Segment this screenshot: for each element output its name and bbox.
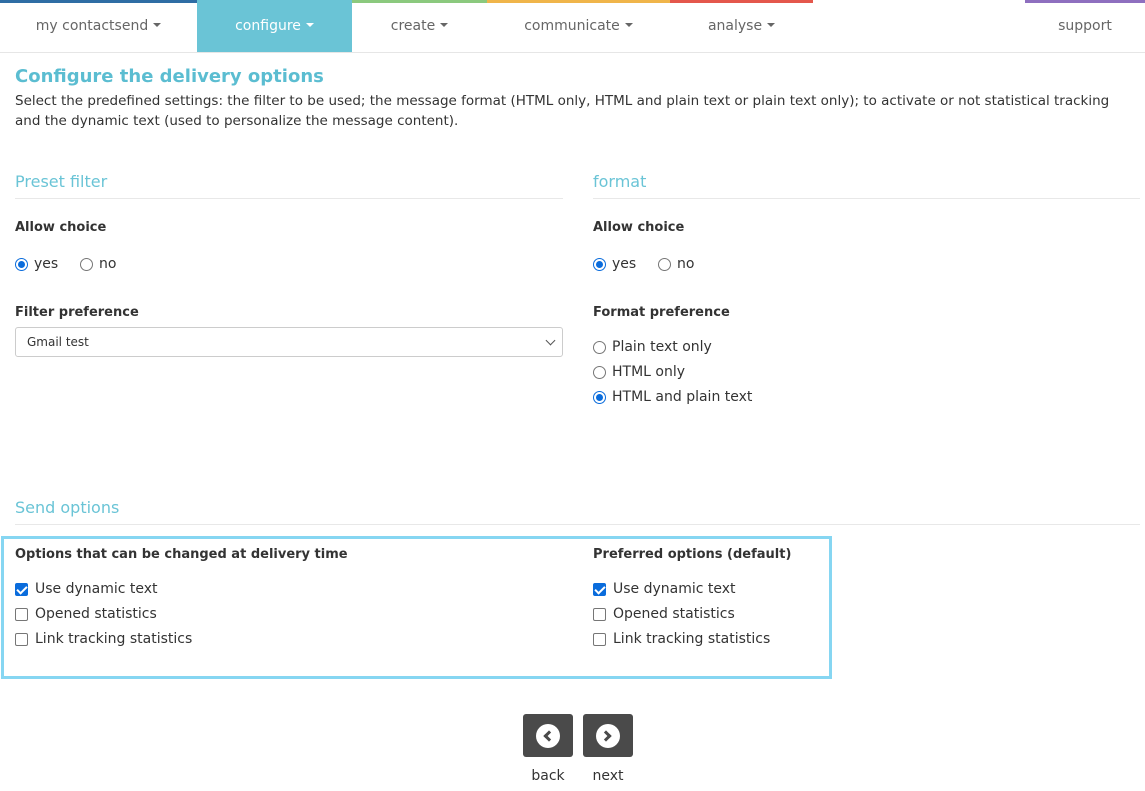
- checkbox-checked-icon: [15, 582, 28, 596]
- changeable-dynamic-text-checkbox[interactable]: Use dynamic text: [15, 581, 158, 597]
- section-divider: [15, 198, 563, 199]
- page-description: Select the predefined settings: the filt…: [15, 93, 1110, 129]
- caret-down-icon: [153, 23, 162, 27]
- checkbox-unchecked-icon: [15, 632, 28, 646]
- radio-unselected-icon: [593, 365, 606, 379]
- page-title: Configure the delivery options: [15, 66, 324, 87]
- caret-down-icon: [305, 23, 314, 27]
- preset-filter-title: Preset filter: [15, 172, 108, 191]
- nav-analyse[interactable]: analyse: [670, 0, 813, 52]
- checkbox-checked-icon: [593, 582, 606, 596]
- nav-label: support: [1058, 18, 1112, 34]
- changeable-options-heading: Options that can be changed at delivery …: [15, 547, 348, 562]
- select-value: Gmail test: [27, 335, 89, 349]
- send-options-title: Send options: [15, 498, 120, 517]
- radio-label: no: [99, 256, 117, 272]
- nav-color-bar: [0, 0, 197, 3]
- nav-support[interactable]: support: [1025, 0, 1145, 52]
- top-navigation: my contactsend configure create communic…: [0, 0, 1145, 53]
- format-title: format: [593, 172, 647, 191]
- checkbox-unchecked-icon: [593, 607, 606, 621]
- radio-selected-icon: [15, 257, 28, 271]
- back-label: back: [531, 768, 565, 784]
- next-button[interactable]: [583, 714, 633, 757]
- nav-color-bar: [197, 0, 352, 3]
- next-label: next: [592, 768, 624, 784]
- preferred-opened-stats-checkbox[interactable]: Opened statistics: [593, 606, 735, 622]
- nav-communicate[interactable]: communicate: [487, 0, 670, 52]
- nav-label: create: [390, 18, 436, 34]
- changeable-opened-stats-checkbox[interactable]: Opened statistics: [15, 606, 157, 622]
- radio-unselected-icon: [658, 257, 671, 271]
- filter-allow-choice-label: Allow choice: [15, 220, 107, 235]
- radio-label: HTML and plain text: [612, 389, 753, 405]
- filter-allow-yes-radio[interactable]: yes: [15, 256, 58, 272]
- radio-unselected-icon: [593, 340, 606, 354]
- format-allow-no-radio[interactable]: no: [658, 256, 694, 272]
- filter-preference-select[interactable]: Gmail test: [15, 327, 563, 357]
- nav-label: communicate: [524, 18, 620, 34]
- section-divider: [15, 524, 1140, 525]
- filter-allow-no-radio[interactable]: no: [80, 256, 116, 272]
- format-allow-yes-radio[interactable]: yes: [593, 256, 636, 272]
- nav-color-bar: [352, 0, 487, 3]
- radio-unselected-icon: [80, 257, 93, 271]
- chevron-down-icon: [545, 335, 556, 346]
- checkbox-label: Use dynamic text: [613, 581, 736, 597]
- preferred-options-heading: Preferred options (default): [593, 547, 792, 562]
- format-plain-text-radio[interactable]: Plain text only: [593, 339, 712, 355]
- nav-configure[interactable]: configure: [197, 0, 352, 52]
- checkbox-label: Link tracking statistics: [613, 631, 771, 647]
- changeable-link-tracking-checkbox[interactable]: Link tracking statistics: [15, 631, 192, 647]
- radio-selected-icon: [593, 257, 606, 271]
- caret-down-icon: [767, 23, 776, 27]
- preferred-link-tracking-checkbox[interactable]: Link tracking statistics: [593, 631, 770, 647]
- radio-label: HTML only: [612, 364, 686, 380]
- filter-preference-label: Filter preference: [15, 305, 139, 320]
- chevron-right-icon: [596, 723, 620, 748]
- chevron-left-icon: [536, 723, 560, 748]
- format-html-plain-radio[interactable]: HTML and plain text: [593, 389, 752, 405]
- nav-color-bar: [670, 0, 813, 3]
- radio-label: yes: [612, 256, 637, 272]
- nav-label: configure: [235, 18, 301, 34]
- radio-selected-icon: [593, 390, 606, 404]
- format-preference-label: Format preference: [593, 305, 730, 320]
- caret-down-icon: [624, 23, 633, 27]
- nav-label: my contactsend: [35, 18, 149, 34]
- checkbox-label: Opened statistics: [35, 606, 157, 622]
- checkbox-label: Link tracking statistics: [35, 631, 193, 647]
- nav-color-bar: [1025, 0, 1145, 3]
- caret-down-icon: [440, 23, 449, 27]
- checkbox-unchecked-icon: [15, 607, 28, 621]
- checkbox-label: Opened statistics: [613, 606, 735, 622]
- nav-create[interactable]: create: [352, 0, 487, 52]
- nav-color-bar: [487, 0, 670, 3]
- radio-label: Plain text only: [612, 339, 712, 355]
- radio-label: yes: [34, 256, 59, 272]
- format-html-only-radio[interactable]: HTML only: [593, 364, 685, 380]
- radio-label: no: [677, 256, 695, 272]
- section-divider: [593, 198, 1140, 199]
- checkbox-unchecked-icon: [593, 632, 606, 646]
- nav-my-contactsend[interactable]: my contactsend: [0, 0, 197, 52]
- checkbox-label: Use dynamic text: [35, 581, 158, 597]
- preferred-dynamic-text-checkbox[interactable]: Use dynamic text: [593, 581, 736, 597]
- nav-label: analyse: [707, 18, 763, 34]
- back-button[interactable]: [523, 714, 573, 757]
- format-allow-choice-label: Allow choice: [593, 220, 685, 235]
